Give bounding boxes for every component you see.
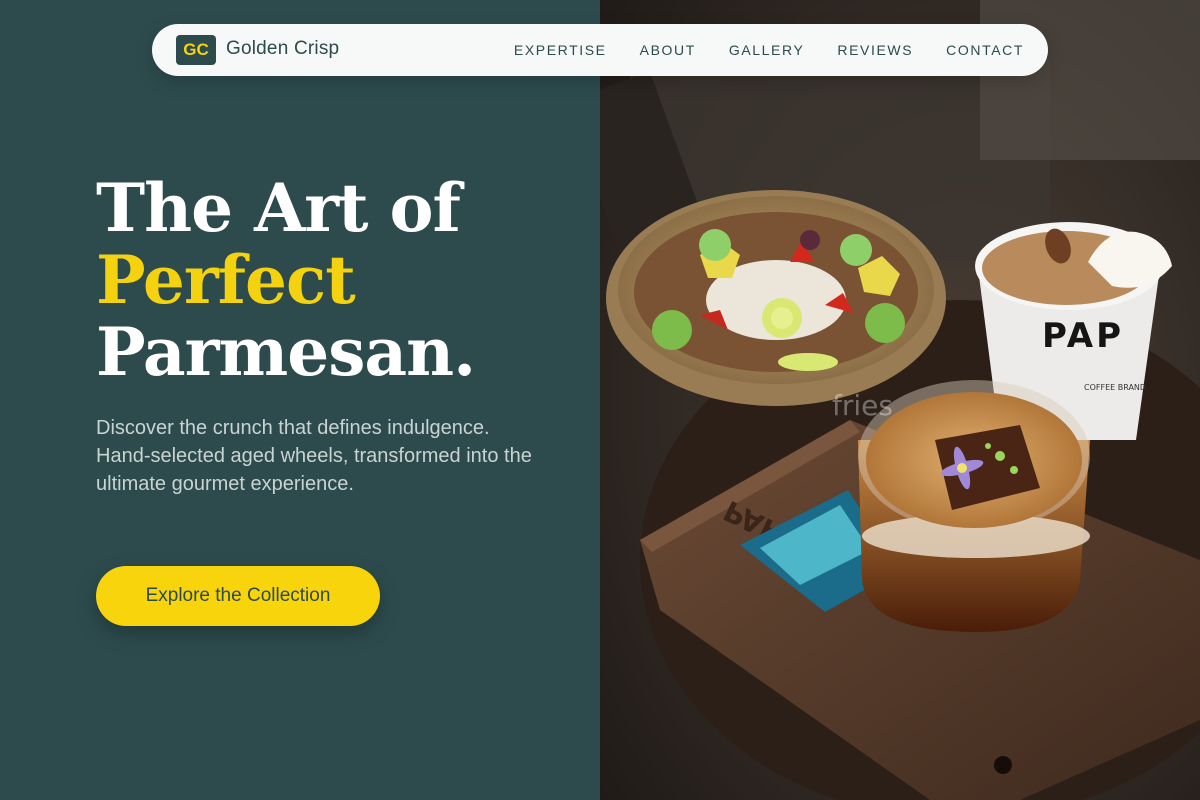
hero-description: Discover the crunch that defines indulge… (96, 417, 532, 495)
hero-photo: PAPZZ PAP COFFEE (600, 0, 1200, 800)
cup-subtext: COFFEE BRAND (1084, 383, 1146, 392)
nav-link-gallery[interactable]: GALLERY (729, 42, 805, 58)
nav-links: EXPERTISE ABOUT GALLERY REVIEWS CONTACT (514, 24, 1024, 76)
nav-link-contact[interactable]: CONTACT (946, 42, 1024, 58)
nav-link-about[interactable]: ABOUT (640, 42, 696, 58)
logo-badge[interactable]: GC (176, 35, 216, 65)
headline-line-2-accent: Perfect (96, 241, 356, 319)
top-navbar: GC Golden Crisp EXPERTISE ABOUT GALLERY … (152, 24, 1048, 76)
food-photo-illustration: PAPZZ PAP COFFEE (600, 0, 1200, 800)
photo-watermark: fries (832, 389, 893, 422)
headline-line-1: The Art of (96, 169, 461, 247)
headline-line-3: Parmesan. (96, 313, 476, 391)
nav-link-expertise[interactable]: EXPERTISE (514, 42, 607, 58)
nav-link-reviews[interactable]: REVIEWS (837, 42, 913, 58)
explore-collection-button[interactable]: Explore the Collection (96, 566, 380, 626)
hero-headline: The Art of Perfect Parmesan. (96, 169, 476, 391)
hero-left-panel (0, 0, 600, 800)
brand-name[interactable]: Golden Crisp (226, 38, 339, 60)
cup-brand-text: PAP (1042, 316, 1124, 356)
